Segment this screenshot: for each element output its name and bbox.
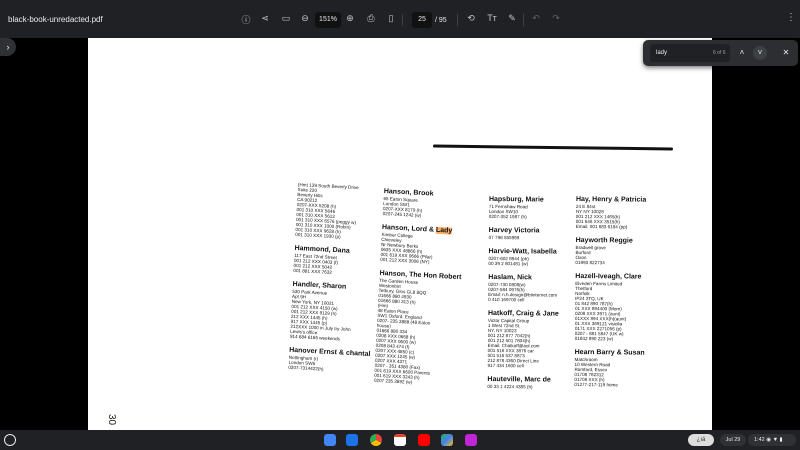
close-icon[interactable]: ✕: [779, 46, 793, 60]
contact-detail: 01993 822734: [575, 259, 605, 266]
time: 1:42: [754, 437, 765, 443]
chevron-up-icon[interactable]: ˄: [735, 46, 749, 60]
search-highlight: Lady: [435, 226, 453, 235]
share-icon[interactable]: ⋖: [258, 13, 272, 24]
column-4: Hay, Henry & Patricia 24 E 84st NY NY 1002…: [574, 196, 666, 396]
contact-entry: Hanover Ernst & chantal Nottingham (r) Lon…: [288, 347, 379, 375]
sidebar-toggle-button[interactable]: ›: [0, 38, 16, 56]
contact-entry: (Hm) 139 South Beverly Drive Suite 220 Bev…: [295, 182, 388, 242]
youtube-app-icon[interactable]: [418, 434, 430, 446]
contact-detail: 00 39 2 801481 (w): [488, 260, 529, 267]
contact-name-text: Harvie-Watt, Isabella: [488, 247, 557, 256]
contact-entry: Hay, Henry & Patricia 24 E 84st NY NY 1002…: [576, 196, 666, 230]
contact-entry: Hearn Barry & Susan Matchroom 10 Western R…: [574, 349, 664, 388]
contact-detail: 0207-352 1987 (h): [488, 213, 527, 220]
contact-entry: Harvey Victoria 07 798 555999: [489, 227, 579, 241]
find-count: 6 of 6: [713, 50, 726, 56]
contact-entry: Hazell-Iveagh, Clare Elveden Farms Limite…: [575, 273, 666, 342]
contact-entry: Hayworth Reggie Bradwell grove Burford Oxon…: [575, 237, 665, 266]
redo-icon[interactable]: ↷: [549, 13, 563, 24]
divider: [402, 14, 403, 26]
contact-entry: Handler, Sharon 530 Park Avenue Apt 9H New …: [290, 281, 383, 344]
document-title: black-book-unredacted.pdf: [8, 15, 103, 24]
system-clock[interactable]: 1:42 ◉ ▼ ▮: [748, 434, 796, 446]
launcher-button[interactable]: [4, 434, 16, 446]
scan-artifact: [432, 144, 674, 151]
contact-detail: 917 434 1600 cell: [487, 362, 524, 369]
contact-name-text: Hay, Henry & Patricia: [575, 196, 647, 204]
contact-entry: Hatkoff, Craig & Jane Victor Capital Grou…: [487, 310, 578, 369]
divider: [457, 14, 458, 26]
contact-entry: Hapsburg, Marie 71 Fernshaw Road London SW…: [489, 196, 579, 220]
play-store-app-icon[interactable]: [441, 434, 453, 446]
contact-name-text: Hazell-Iveagh, Clare: [575, 272, 642, 281]
contact-detail: 01842 890 223 (w): [574, 335, 614, 342]
contact-name-text: Hatkoff, Craig & Jane: [487, 309, 559, 318]
column-3: Hapsburg, Marie 71 Fernshaw Road London SW…: [487, 196, 579, 398]
taskbar: ¿ıá Jul 29 1:42 ◉ ▼ ▮: [0, 430, 800, 450]
gmail-app-icon[interactable]: [394, 434, 406, 446]
info-icon[interactable]: ⓘ: [239, 13, 253, 26]
column-2: Hanson, Brook 65 Eaton Square London SW1 02…: [373, 188, 475, 396]
contact-name-text: Hauteville, Marc de: [487, 375, 551, 384]
gallery-app-icon[interactable]: [465, 434, 477, 446]
contact-name-text: Harvey Victoria: [488, 226, 540, 235]
chrome-app-icon[interactable]: [370, 434, 382, 446]
pdf-toolbar: black-book-unredacted.pdf ⓘ ⋖ ▭ ⊖ 151% ⊕…: [0, 0, 800, 38]
contact-detail: 07 798 555999: [488, 234, 520, 241]
contact-detail: 01277-217-119 home: [574, 381, 618, 388]
tray-status[interactable]: ¿ıá: [688, 434, 714, 446]
contact-entry: Harvie-Watt, Isabella 0207-602 8944 (ph) 0…: [488, 248, 578, 267]
zoom-in-icon[interactable]: ⊕: [343, 13, 357, 24]
contact-detail: 00 33 1 4224 4385 (h): [487, 383, 533, 390]
contact-entry: Haslam, Nick 0207-730 0808(w) 0207-584 097…: [488, 274, 578, 303]
docs-app-icon[interactable]: [324, 434, 336, 446]
page-total: / 95: [435, 17, 447, 24]
annotate-icon[interactable]: ✎: [505, 13, 519, 24]
contact-entry: Hanson, The Hon Robert The Garden House We…: [374, 270, 472, 388]
contact-detail: 0 410 169700 cell: [488, 296, 525, 303]
more-menu-icon[interactable]: ⋮: [786, 12, 796, 23]
column-1: (Hm) 139 South Beverly Drive Suite 220 Bev…: [288, 182, 388, 382]
print-icon[interactable]: ⎙: [364, 13, 378, 24]
contact-name-text: Hayworth Reggie: [575, 236, 633, 245]
chevron-down-icon[interactable]: ˅: [753, 46, 767, 60]
zoom-level[interactable]: 151%: [315, 12, 341, 28]
undo-icon[interactable]: ↶: [529, 13, 543, 24]
contact-name-text: Hearn Barry & Susan: [574, 348, 645, 357]
pdf-page: (Hm) 139 South Beverly Drive Suite 220 Bev…: [88, 38, 712, 430]
download-icon[interactable]: ▯: [384, 13, 398, 24]
rotate-icon[interactable]: ⟲: [464, 13, 478, 24]
contact-name-text: Hapsburg, Marie: [488, 196, 544, 204]
contact-detail: Email: 001 683 6194 (pp): [575, 223, 628, 230]
contact-entry: Hauteville, Marc de 00 33 1 4224 4385 (h): [487, 376, 577, 390]
zoom-out-icon[interactable]: ⊖: [298, 13, 312, 24]
contact-entry: Hammond, Dana 117 East 72nd Street 001 212…: [293, 245, 384, 278]
date[interactable]: Jul 29: [720, 434, 746, 446]
contact-entry: Hanson, Brook 65 Eaton Square London SW1 02…: [383, 188, 476, 221]
contact-entry: Hanson, Lord & Lady Kimber College Chievel…: [380, 224, 474, 267]
page-number: 30: [106, 413, 118, 426]
find-bar: 6 of 6 ˄ ˅ ✕: [643, 40, 798, 66]
files-app-icon[interactable]: [346, 434, 358, 446]
fit-page-icon[interactable]: ▭: [279, 13, 293, 24]
divider: [523, 14, 524, 26]
text-icon[interactable]: Tт: [485, 13, 499, 23]
contact-name-text: Haslam, Nick: [488, 273, 532, 282]
page-number-input[interactable]: 25: [412, 12, 432, 28]
